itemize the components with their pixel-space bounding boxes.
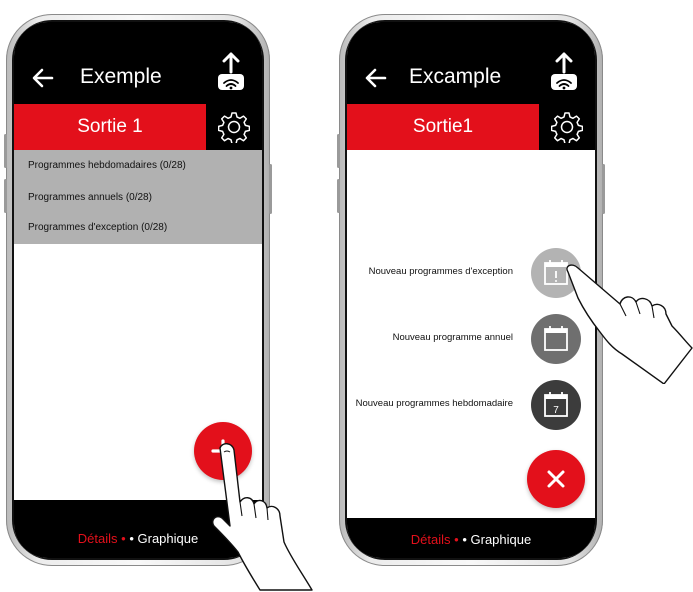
calendar-icon: [544, 326, 568, 351]
back-arrow-icon[interactable]: [365, 67, 387, 89]
phone-right: Excample Sortie1 Nouveau programmes d'ex…: [337, 14, 605, 566]
output-selector[interactable]: Sortie1: [347, 104, 539, 150]
bottom-tabs: Détails • • Graphique: [347, 518, 595, 558]
add-button[interactable]: [194, 422, 252, 480]
calendar-7-icon: 7: [544, 392, 568, 417]
new-exception-program-button[interactable]: [531, 248, 581, 298]
page-title: Excample: [409, 65, 502, 88]
tab-details[interactable]: Détails: [411, 532, 451, 547]
close-icon: [547, 470, 565, 488]
power-button: [602, 164, 605, 214]
app-header: Excample: [347, 22, 595, 104]
volume-button: [337, 179, 340, 213]
tab-separator: •: [454, 532, 459, 547]
bottom-tabs: Détails • • Graphique: [14, 500, 262, 558]
power-button: [269, 164, 272, 214]
upload-wifi-icon[interactable]: [216, 52, 246, 92]
menu-label-annual[interactable]: Nouveau programme annuel: [393, 332, 513, 343]
calendar-exclamation-icon: [544, 260, 568, 285]
settings-button[interactable]: [539, 104, 595, 150]
close-menu-button[interactable]: [527, 450, 585, 508]
page-title: Exemple: [80, 65, 162, 88]
menu-label-exception[interactable]: Nouveau programmes d'exception: [369, 266, 513, 277]
settings-button[interactable]: [206, 104, 262, 150]
list-item-annual[interactable]: Programmes annuels (0/28): [28, 192, 152, 203]
output-selector[interactable]: Sortie 1: [14, 104, 206, 150]
phone-left: Exemple Sortie 1 Programmes hebdomadaire…: [4, 14, 272, 566]
phone-screen: Excample Sortie1 Nouveau programmes d'ex…: [347, 22, 595, 558]
tab-separator: •: [121, 531, 126, 546]
program-list: Programmes hebdomadaires (0/28) Programm…: [14, 150, 262, 244]
volume-button: [337, 134, 340, 168]
gear-icon: [551, 112, 583, 143]
phone-screen: Exemple Sortie 1 Programmes hebdomadaire…: [14, 22, 262, 558]
volume-button: [4, 179, 7, 213]
menu-label-weekly[interactable]: Nouveau programmes hebdomadaire: [356, 398, 513, 409]
upload-wifi-icon[interactable]: [549, 52, 579, 92]
list-item-exception[interactable]: Programmes d'exception (0/28): [28, 222, 167, 233]
back-arrow-icon[interactable]: [32, 67, 54, 89]
output-label: Sortie1: [412, 116, 474, 137]
tab-details[interactable]: Détails: [78, 531, 118, 546]
plus-icon: [211, 439, 235, 463]
output-label: Sortie 1: [77, 116, 143, 137]
new-annual-program-button[interactable]: [531, 314, 581, 364]
new-weekly-program-button[interactable]: 7: [531, 380, 581, 430]
volume-button: [4, 134, 7, 168]
calendar-number: 7: [553, 405, 559, 416]
tab-graphique[interactable]: • Graphique: [129, 531, 198, 546]
list-item-weekly[interactable]: Programmes hebdomadaires (0/28): [28, 160, 186, 171]
tab-graphique[interactable]: • Graphique: [462, 532, 531, 547]
gear-icon: [218, 112, 250, 143]
app-header: Exemple: [14, 22, 262, 104]
